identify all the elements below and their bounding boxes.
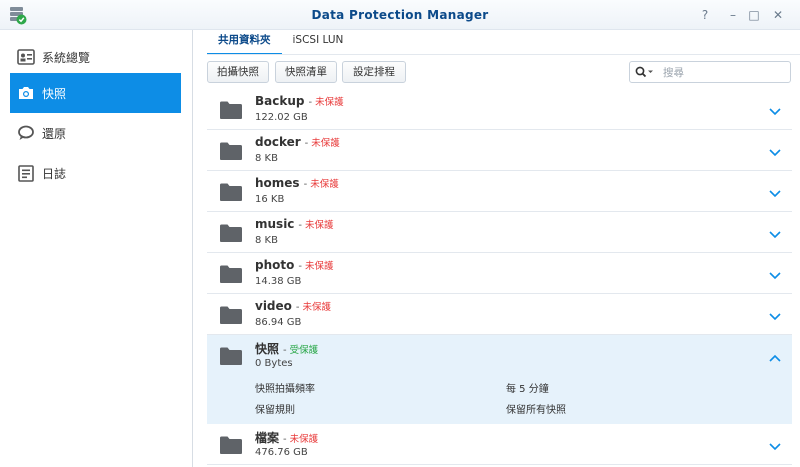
chevron-down-icon[interactable] — [769, 229, 781, 239]
detail-value: 保留所有快照 — [506, 405, 566, 416]
sidebar-item-overview[interactable]: 系統總覽 — [10, 37, 181, 77]
folder-name-line: docker - 未保護 — [255, 135, 340, 149]
protection-status: 未保護 — [315, 97, 344, 108]
folder-icon — [219, 182, 243, 202]
folder-name-line: homes - 未保護 — [255, 176, 339, 190]
detail-label: 保留規則 — [255, 405, 295, 416]
sidebar-item-label: 快照 — [42, 86, 67, 101]
snapshot-list-button[interactable]: 快照清單 — [275, 61, 337, 83]
folder-row[interactable]: 快照 - 受保護 0 Bytes 快照拍攝頻率每 5 分鐘 保留規則 保留所有快照 — [207, 335, 792, 424]
folder-icon — [219, 305, 243, 325]
folder-size: 8 KB — [255, 235, 278, 246]
folder-icon — [219, 435, 243, 455]
folder-icon — [219, 100, 243, 120]
folder-name: Backup — [255, 94, 305, 108]
protection-status: 未保護 — [302, 302, 332, 313]
folder-size: 16 KB — [255, 194, 285, 205]
close-button[interactable]: ✕ — [770, 7, 786, 23]
folder-size: 0 Bytes — [255, 358, 293, 369]
log-icon — [17, 164, 35, 182]
tab-bar: 共用資料夾 iSCSI LUN — [207, 30, 354, 55]
folder-icon — [219, 141, 243, 161]
tab-iscsi-lun[interactable]: iSCSI LUN — [282, 30, 355, 55]
sidebar-item-log[interactable]: 日誌 — [10, 153, 181, 193]
overview-icon — [17, 48, 35, 66]
folder-name-line: 快照 - 受保護 — [255, 340, 318, 357]
search-input[interactable]: 搜尋 — [629, 61, 791, 83]
folder-name: video — [255, 299, 292, 313]
chevron-down-icon[interactable] — [769, 147, 781, 157]
protection-status: 未保護 — [289, 434, 319, 445]
restore-icon — [17, 124, 35, 142]
tab-shared-folder[interactable]: 共用資料夾 — [207, 30, 282, 55]
status-separator: - — [283, 434, 287, 445]
status-separator: - — [304, 138, 309, 149]
folder-name: docker — [255, 135, 301, 149]
window-title: Data Protection Manager — [311, 8, 489, 22]
maximize-button[interactable]: □ — [746, 7, 762, 23]
folder-icon — [219, 346, 243, 366]
protection-status: 未保護 — [310, 179, 339, 190]
folder-icon — [219, 223, 243, 243]
title-bar: Data Protection Manager ? – □ ✕ — [0, 0, 800, 30]
tab-divider — [207, 54, 800, 55]
folder-row[interactable]: video - 未保護 86.94 GB — [207, 294, 792, 335]
sidebar-item-snapshot[interactable]: 快照 — [10, 73, 181, 113]
folder-name-line: 檔案 - 未保護 — [255, 429, 318, 446]
chevron-up-icon[interactable] — [769, 352, 781, 362]
folder-name: 檔案 — [255, 431, 280, 445]
folder-row[interactable]: 檔案 - 未保護 476.76 GB — [207, 424, 792, 465]
folder-row[interactable]: Backup - 未保護 122.02 GB — [207, 89, 792, 130]
search-icon[interactable] — [635, 66, 655, 78]
protection-status: 未保護 — [304, 261, 334, 272]
sidebar-item-label: 系統總覽 — [42, 50, 91, 65]
folder-size: 86.94 GB — [255, 317, 302, 328]
take-snapshot-button[interactable]: 拍攝快照 — [207, 61, 269, 83]
protection-status: 未保護 — [305, 220, 334, 231]
status-separator: - — [303, 179, 308, 190]
folder-size: 14.38 GB — [255, 276, 302, 287]
detail-value: 每 5 分鐘 — [506, 384, 549, 395]
folder-name: 快照 — [255, 342, 280, 356]
sidebar: 系統總覽 快照 還原 日誌 — [0, 30, 193, 467]
chevron-down-icon[interactable] — [769, 270, 781, 280]
folder-size: 8 KB — [255, 153, 278, 164]
detail-label: 快照拍攝頻率 — [255, 384, 315, 395]
folder-size: 476.76 GB — [255, 447, 308, 458]
status-separator: - — [283, 345, 287, 356]
sidebar-item-label: 還原 — [42, 126, 67, 141]
status-separator: - — [298, 261, 302, 272]
protection-status: 未保護 — [311, 138, 340, 149]
set-schedule-button[interactable]: 設定排程 — [342, 61, 406, 83]
sidebar-item-restore[interactable]: 還原 — [10, 113, 181, 153]
folder-row[interactable]: homes - 未保護 16 KB — [207, 171, 792, 212]
help-button[interactable]: ? — [697, 7, 713, 23]
chevron-down-icon[interactable] — [769, 311, 781, 321]
folder-name: photo — [255, 258, 295, 272]
folder-size: 122.02 GB — [255, 112, 308, 123]
scrollbar-track[interactable] — [792, 89, 800, 467]
folder-name: music — [255, 217, 295, 231]
folder-icon — [219, 264, 243, 284]
chevron-down-icon[interactable] — [769, 441, 781, 451]
folder-row[interactable]: photo - 未保護 14.38 GB — [207, 253, 792, 294]
folder-name-line: video - 未保護 — [255, 299, 331, 313]
status-separator: - — [308, 97, 313, 108]
protection-status: 受保護 — [289, 345, 319, 356]
search-placeholder: 搜尋 — [663, 66, 684, 79]
chevron-down-icon[interactable] — [769, 188, 781, 198]
chevron-down-icon[interactable] — [769, 106, 781, 116]
status-separator: - — [295, 302, 300, 313]
folder-row[interactable]: music - 未保護 8 KB — [207, 212, 792, 253]
status-separator: - — [298, 220, 303, 231]
folder-name: homes — [255, 176, 300, 190]
camera-icon — [17, 84, 35, 102]
sidebar-item-label: 日誌 — [42, 166, 67, 181]
folder-row[interactable]: docker - 未保護 8 KB — [207, 130, 792, 171]
minimize-button[interactable]: – — [725, 7, 741, 23]
folder-name-line: music - 未保護 — [255, 217, 334, 231]
folder-name-line: photo - 未保護 — [255, 258, 333, 272]
folder-name-line: Backup - 未保護 — [255, 94, 344, 108]
